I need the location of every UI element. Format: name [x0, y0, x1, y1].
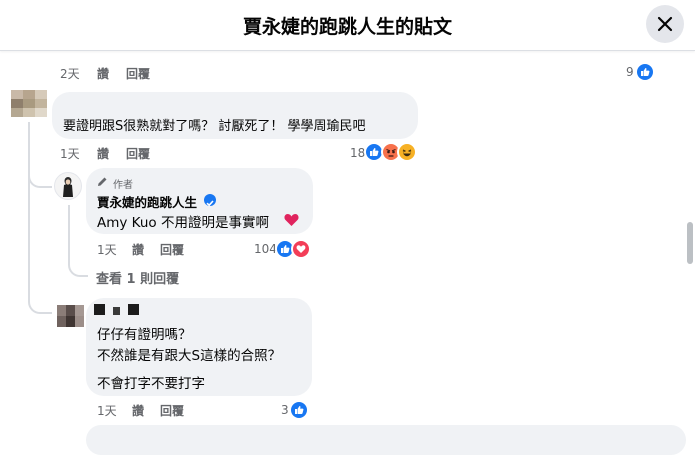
author-badge: 作者: [113, 180, 133, 191]
comment-bubble: 仔仔有證明嗎？ 不然誰是有跟大S這樣的合照？ 不會打字不要打字: [86, 298, 312, 396]
comment-bubble: [86, 425, 686, 455]
redacted-name-block: [128, 304, 139, 315]
reaction-count[interactable]: 3: [281, 403, 289, 417]
reply-button[interactable]: 回覆: [126, 145, 150, 162]
verified-badge-icon: [204, 194, 216, 207]
reply-button[interactable]: 回覆: [160, 402, 184, 419]
comment-actions: 1天 讚 回覆: [60, 145, 360, 161]
scrollbar-thumb[interactable]: [687, 222, 693, 264]
like-button[interactable]: 讚: [97, 65, 109, 82]
haha-icon: [399, 144, 415, 160]
comment-bubble: 要證明跟S很熟就對了嗎？ 討厭死了！ 學學周瑜民吧: [52, 92, 418, 139]
like-button[interactable]: 讚: [132, 241, 144, 258]
reply-time[interactable]: 1天: [97, 241, 117, 258]
comment-text-line: 不會打字不要打字: [97, 376, 205, 392]
comment-actions: 2天 讚 回覆: [60, 65, 360, 81]
close-button[interactable]: [646, 5, 684, 43]
angry-icon: [383, 144, 399, 160]
comment-time[interactable]: 1天: [60, 145, 80, 162]
comment-text-line: 仔仔有證明嗎？: [97, 327, 192, 343]
reaction-count[interactable]: 18: [350, 146, 365, 160]
comment-time[interactable]: 2天: [60, 65, 80, 82]
reply-button[interactable]: 回覆: [126, 65, 150, 82]
reply-text: Amy Kuo 不用證明是事實啊: [97, 211, 269, 231]
comment-time[interactable]: 1天: [97, 402, 117, 419]
red-heart-icon: [284, 214, 299, 226]
redacted-name-block: [94, 304, 105, 315]
reply-bubble: 作者 賈永婕的跑跳人生 Amy Kuo 不用證明是事實啊: [86, 168, 313, 234]
comment-text-line: 不然誰是有跟大S這樣的合照？: [97, 348, 282, 364]
reaction-count[interactable]: 9: [626, 65, 634, 79]
reaction-count[interactable]: 104: [254, 242, 277, 256]
like-icon: [277, 241, 293, 257]
comment-actions: 1天 讚 回覆: [97, 402, 297, 418]
like-icon: [291, 402, 307, 418]
like-button[interactable]: 讚: [97, 145, 109, 162]
author-avatar[interactable]: [54, 172, 82, 200]
comment-text: 要證明跟S很熟就對了嗎？ 討厭死了！ 學學周瑜民吧: [63, 119, 366, 134]
dialog-title: 賈永婕的跑跳人生的貼文: [242, 16, 452, 38]
reply-button[interactable]: 回覆: [160, 241, 184, 258]
reply-text-body: 不用證明是事實啊: [156, 215, 269, 231]
thread-connector: [28, 182, 52, 314]
like-button[interactable]: 讚: [132, 402, 144, 419]
redacted-name-block: [113, 307, 120, 315]
close-icon: [657, 16, 673, 32]
love-icon: [293, 241, 309, 257]
like-icon: [637, 64, 653, 80]
like-icon: [366, 144, 382, 160]
author-name[interactable]: 賈永婕的跑跳人生: [97, 192, 197, 211]
avatar[interactable]: [57, 305, 84, 327]
dialog-header: 賈永婕的跑跳人生的貼文: [0, 0, 695, 51]
avatar[interactable]: [11, 90, 47, 117]
mention-link[interactable]: Amy Kuo: [97, 215, 157, 231]
pencil-icon: [98, 177, 107, 186]
thread-connector: [68, 257, 88, 277]
thread-line: [68, 205, 70, 265]
view-replies-link[interactable]: 查看 1 則回覆: [96, 268, 179, 287]
